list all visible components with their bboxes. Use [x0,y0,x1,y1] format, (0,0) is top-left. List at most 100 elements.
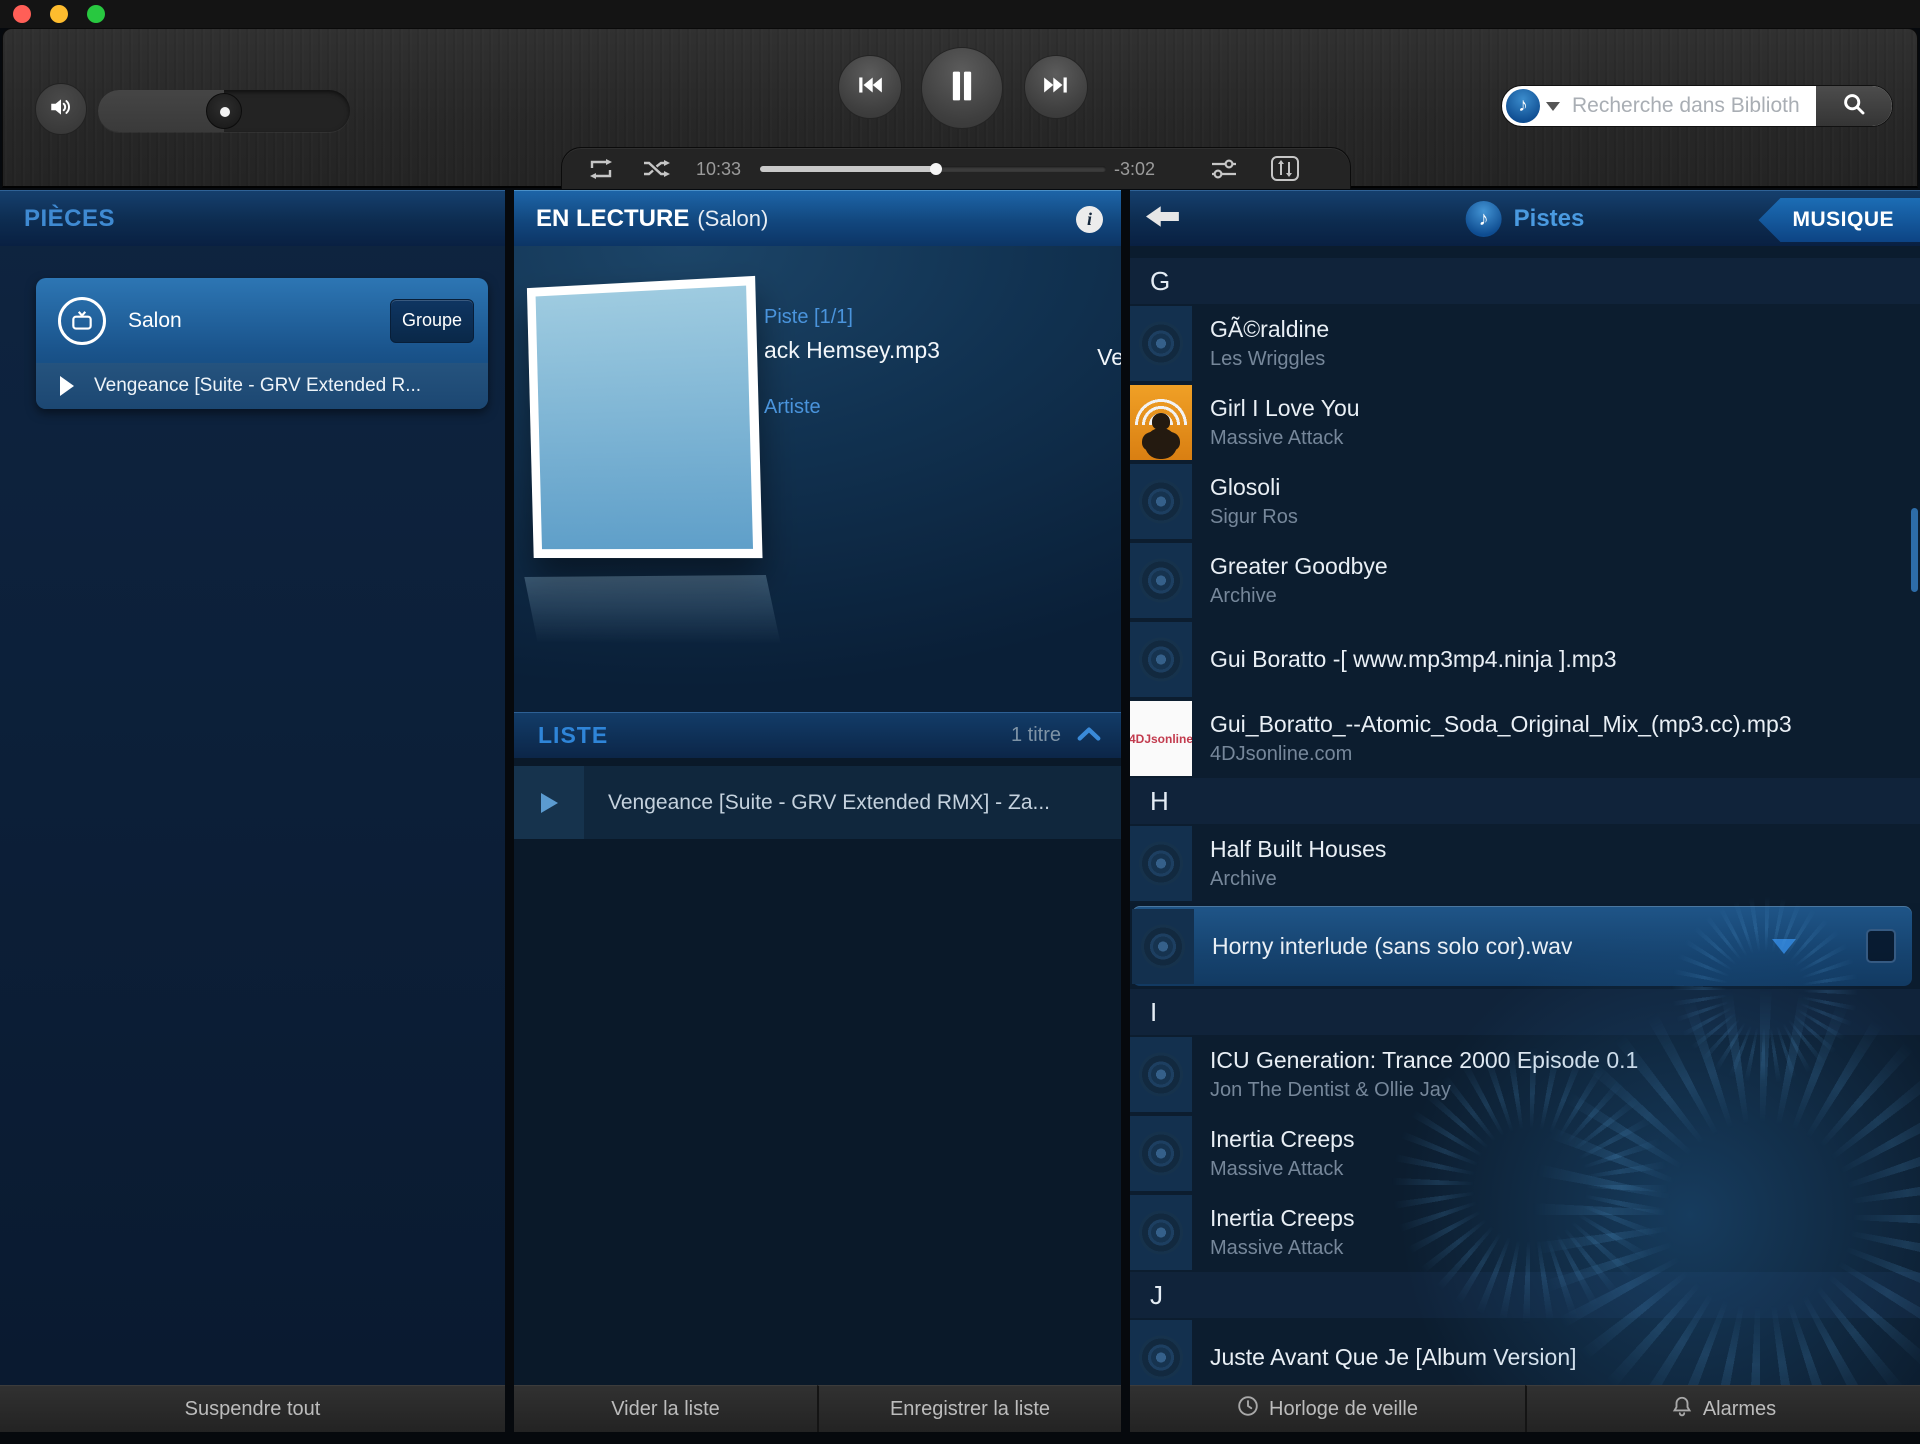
track-artist: Les Wriggles [1210,348,1329,371]
now-playing-panel: EN LECTURE(Salon) i Piste [1/1] ack Hems… [514,190,1121,1385]
browser-title: Pistes [1514,201,1585,237]
search-button[interactable] [1816,85,1892,127]
track-row[interactable]: 4DJsonline Gui_Boratto_--Atomic_Soda_Orig… [1130,699,1920,778]
track-title: Girl I Love You [1210,395,1360,422]
track-text: Inertia Creeps Massive Attack [1210,1205,1354,1260]
track-row[interactable]: Glosoli Sigur Ros [1130,462,1920,541]
artist-label: Artiste [764,396,1121,419]
default-album-art-icon [1130,464,1192,539]
app-window: ♪ 10:33 -3:02 [0,0,1920,1444]
current-track-title: ack Hemsey.mp3 [764,337,1121,364]
default-album-art-icon [1132,909,1194,984]
sleep-timer-button[interactable]: Horloge de veille [1130,1385,1525,1432]
default-album-art-icon [1130,1116,1192,1191]
track-row[interactable]: Girl I Love You Massive Attack [1130,383,1920,462]
track-artist: Massive Attack [1210,427,1360,450]
suspend-all-button[interactable]: Suspendre tout [0,1385,505,1432]
shuffle-icon[interactable] [642,158,670,185]
search-icon [1842,92,1866,121]
track-row[interactable]: Greater Goodbye Archive [1130,541,1920,620]
room-now-playing-title: Vengeance [Suite - GRV Extended R... [94,375,421,397]
toolbar: ♪ 10:33 -3:02 [2,28,1918,188]
track-row[interactable]: Inertia CreepsMassive Attack [1130,1114,1920,1193]
music-note-icon: ♪ [1518,95,1528,117]
track-title: Inertia Creeps [1210,1205,1354,1232]
now-playing-room: (Salon) [697,206,768,231]
tv-icon [58,297,106,345]
info-icon[interactable]: i [1076,206,1103,233]
search-box[interactable]: ♪ [1501,85,1893,127]
track-artist: 4DJsonline.com [1210,743,1792,766]
track-row[interactable]: Gui Boratto -[ www.mp3mp4.ninja ].mp3 [1130,620,1920,699]
pause-button[interactable] [921,47,1003,129]
previous-track-button[interactable] [838,55,902,119]
crossfade-icon[interactable] [1210,157,1238,186]
group-button[interactable]: Groupe [390,299,474,343]
musique-badge[interactable]: MUSIQUE [1758,198,1920,242]
room-card[interactable]: Salon Groupe Vengeance [Suite - GRV Exte… [36,278,488,409]
section-header: I [1130,989,1920,1035]
track-artist: Massive Attack [1210,1158,1354,1181]
track-row[interactable]: GÃ©raldine Les Wriggles [1130,304,1920,383]
track-title: Half Built Houses [1210,836,1386,863]
next-icon [1042,73,1070,102]
room-name: Salon [128,309,182,333]
queue-header[interactable]: LISTE 1 titre [514,712,1121,758]
track-text: Greater Goodbye Archive [1210,553,1388,608]
track-title: GÃ©raldine [1210,316,1329,343]
track-artist: Archive [1210,585,1388,608]
equalizer-icon[interactable] [1270,155,1300,187]
track-title: Gui_Boratto_--Atomic_Soda_Original_Mix_(… [1210,711,1792,738]
play-icon [541,793,558,813]
remaining-time: -3:02 [1114,159,1155,180]
rooms-title: PIÈCES [24,191,115,247]
default-album-art-icon [1130,543,1192,618]
mute-button[interactable] [35,83,87,135]
progress-bar[interactable] [760,166,1106,172]
queue-item[interactable]: Vengeance [Suite - GRV Extended RMX] - Z… [514,766,1121,839]
track-artist: Sigur Ros [1210,506,1298,529]
track-row[interactable]: Horny interlude (sans solo cor).wav [1132,906,1912,986]
next-track-button[interactable] [1024,55,1088,119]
track-row[interactable]: ICU Generation: Trance 2000 Episode 0.1J… [1130,1035,1920,1114]
track-row[interactable]: Half Built Houses Archive [1130,824,1920,903]
queue-title: LISTE [538,722,608,749]
track-number-label: Piste [1/1] [764,306,1121,329]
track-artist: Massive Attack [1210,1237,1354,1260]
alarms-button[interactable]: Alarmes [1525,1385,1920,1432]
track-checkbox[interactable] [1866,929,1896,963]
track-row[interactable]: Juste Avant Que Je [Album Version] [1130,1318,1920,1385]
room-row[interactable]: Salon Groupe [36,278,488,363]
track-artist: Archive [1210,868,1386,891]
chevron-up-icon[interactable] [1077,726,1101,746]
volume-slider[interactable] [98,90,350,132]
default-album-art-icon [1130,1037,1192,1112]
track-text: GÃ©raldine Les Wriggles [1210,316,1329,371]
album-art-label: 4DJsonline [1130,732,1192,746]
repeat-icon[interactable] [588,158,614,185]
search-scope-caret-icon[interactable] [1546,102,1560,111]
previous-icon [856,73,884,102]
scrollbar-thumb[interactable] [1911,508,1918,592]
track-title: Glosoli [1210,474,1298,501]
back-button[interactable] [1146,204,1180,232]
room-now-playing[interactable]: Vengeance [Suite - GRV Extended R... [36,363,488,409]
clear-list-button[interactable]: Vider la liste [514,1385,817,1432]
track-title: Greater Goodbye [1210,553,1388,580]
rooms-panel: PIÈCES Salon Groupe Vengeance [Suite - G… [0,190,505,1385]
play-button[interactable] [514,766,584,839]
track-text: Juste Avant Que Je [Album Version] [1210,1344,1577,1371]
section-header: G [1130,258,1920,304]
close-window-button[interactable] [13,5,31,23]
search-input[interactable] [1560,94,1816,118]
progress-knob[interactable] [930,163,942,175]
minimize-window-button[interactable] [50,5,68,23]
search-scope-button[interactable]: ♪ [1506,89,1540,123]
chevron-down-icon[interactable] [1772,939,1796,954]
default-album-art-icon [1130,1320,1192,1385]
save-list-button[interactable]: Enregistrer la liste [817,1385,1121,1432]
transport-bar: 10:33 -3:02 [561,147,1351,189]
volume-knob[interactable] [206,93,242,129]
zoom-window-button[interactable] [87,5,105,23]
track-row[interactable]: Inertia Creeps Massive Attack [1130,1193,1920,1272]
